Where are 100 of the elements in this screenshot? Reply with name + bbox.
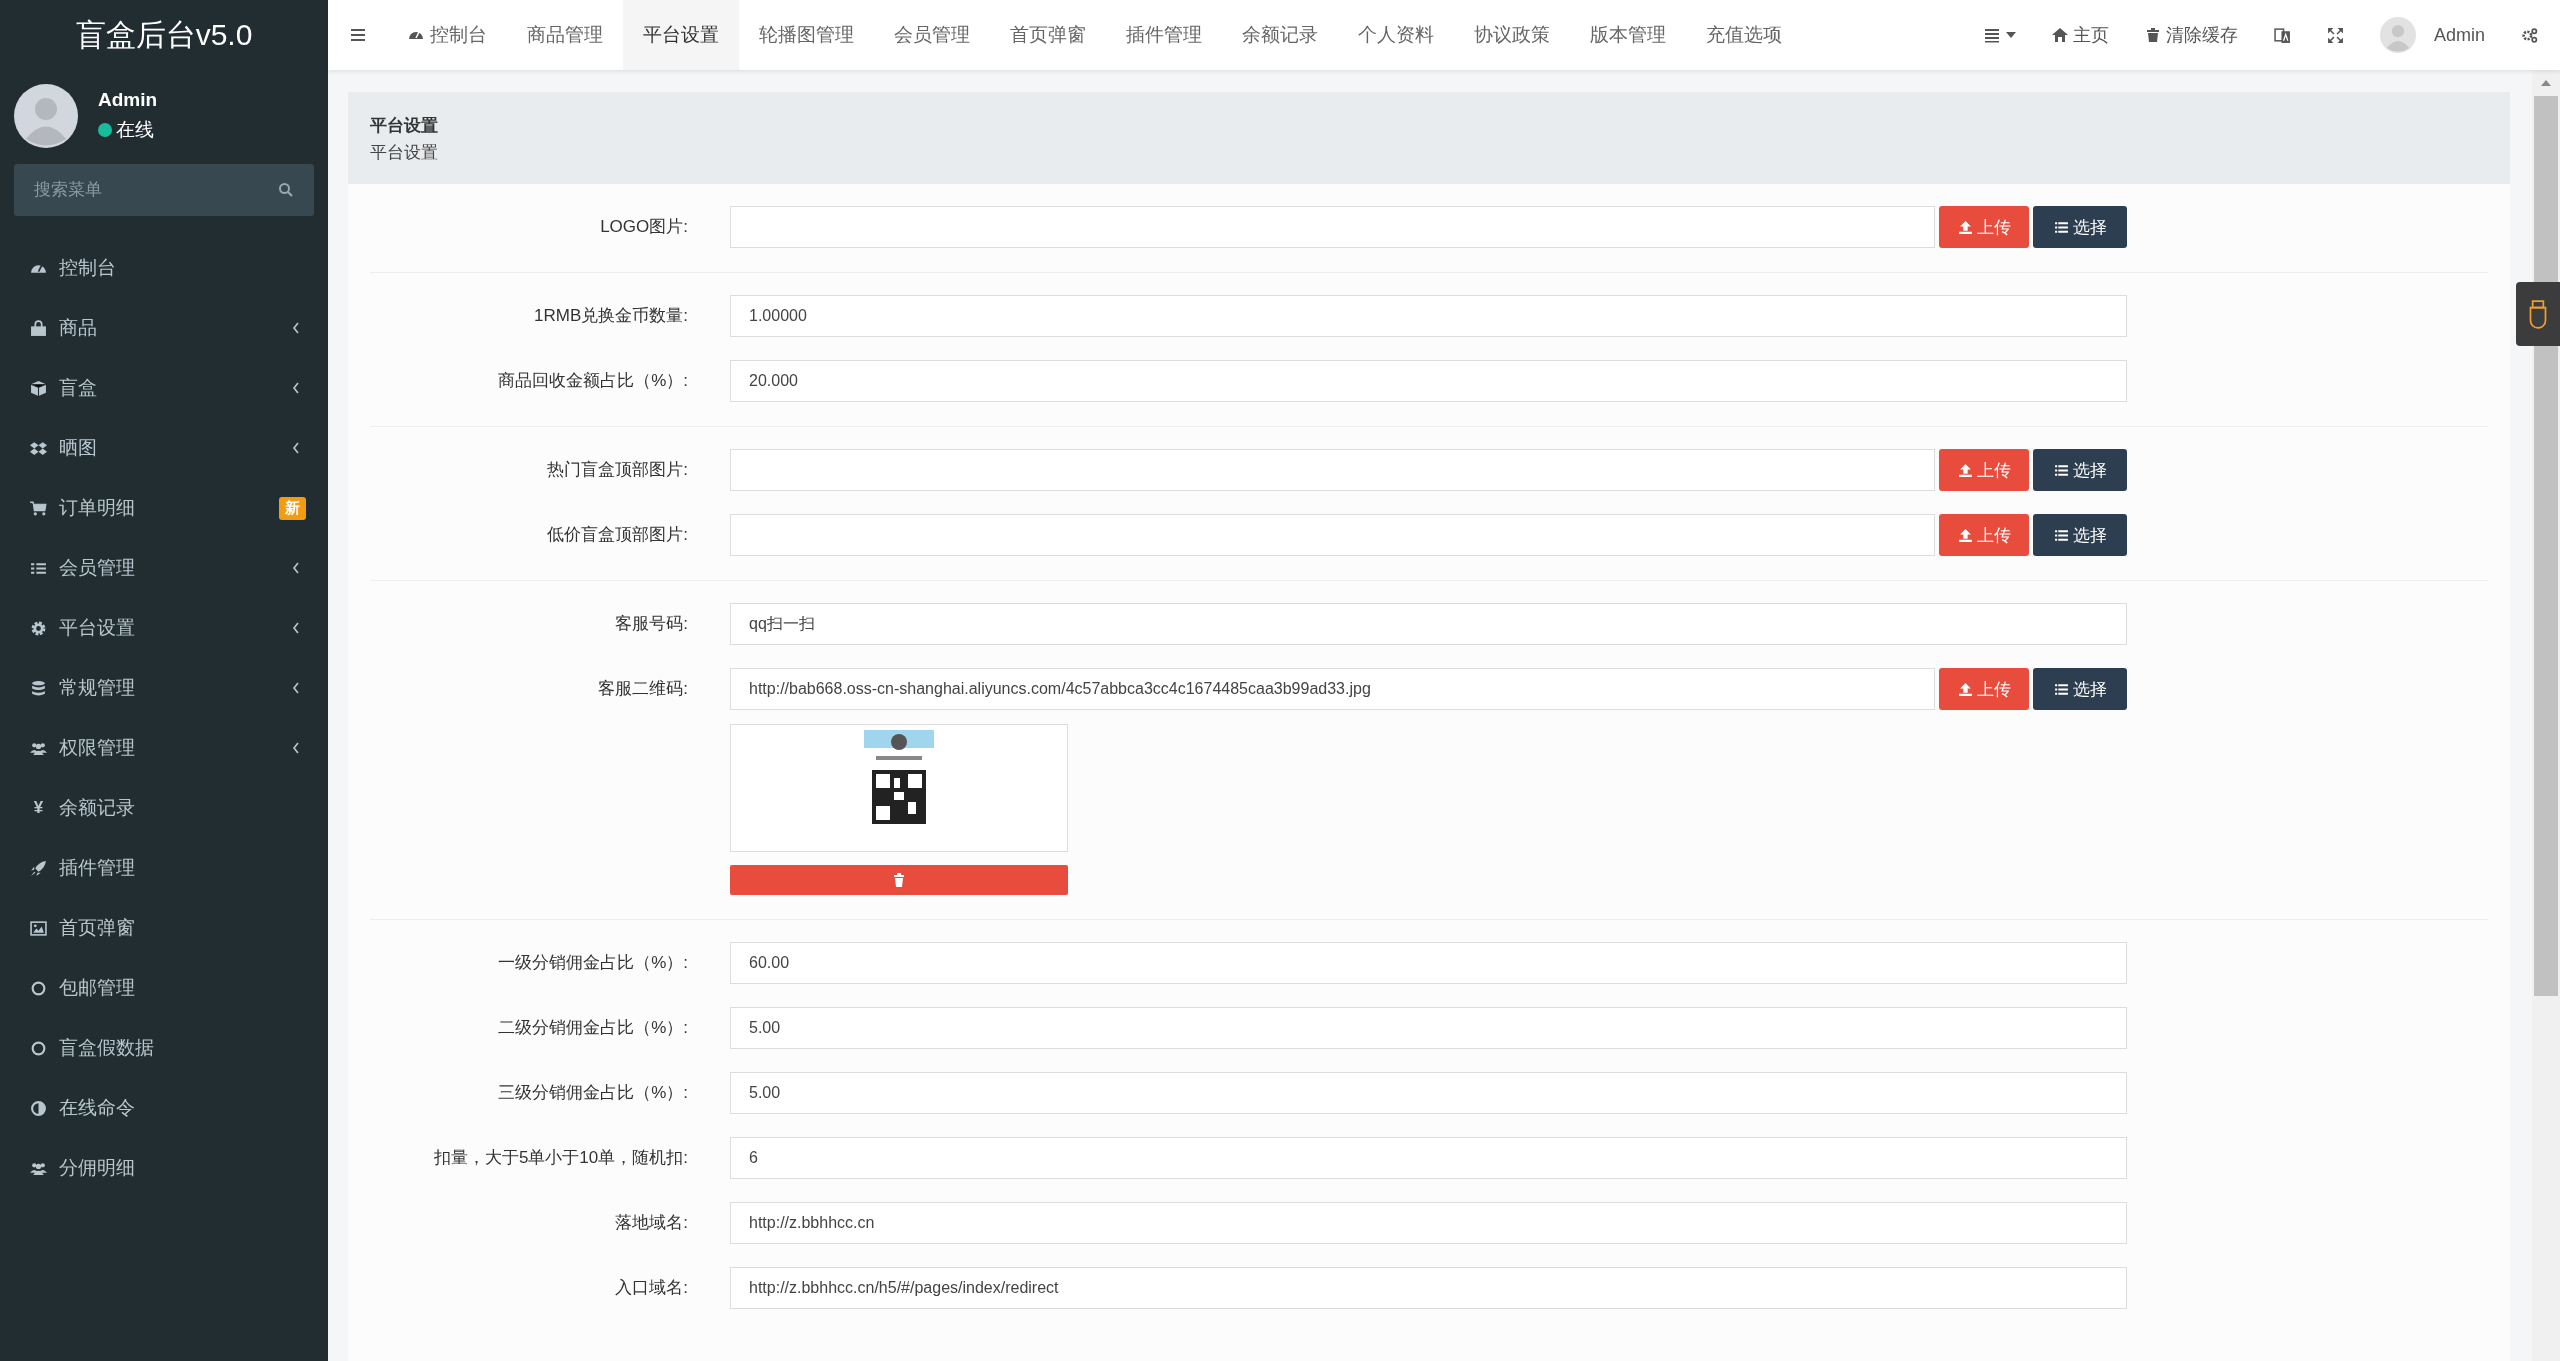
text-field[interactable]: http://z.bbhhcc.cn — [730, 1202, 2127, 1244]
rocket-icon — [30, 859, 47, 877]
upload-button[interactable]: 上传 — [1939, 668, 2029, 710]
menu-label: 平台设置 — [59, 616, 136, 640]
upload-button[interactable]: 上传 — [1939, 449, 2029, 491]
upload-button[interactable]: 上传 — [1939, 514, 2029, 556]
choose-button[interactable]: 选择 — [2033, 668, 2127, 710]
nav-tab[interactable]: 会员管理 — [874, 0, 990, 70]
nav-tab[interactable]: 控制台 — [388, 0, 507, 70]
nav-tab[interactable]: 轮播图管理 — [739, 0, 874, 70]
menu-item[interactable]: ¥ 余额记录 — [0, 778, 328, 838]
choose-button[interactable]: 选择 — [2033, 206, 2127, 248]
list-icon — [2053, 527, 2069, 543]
menu-item[interactable]: 分佣明细 — [0, 1138, 328, 1198]
menu-item[interactable]: 首页弹窗 — [0, 898, 328, 958]
usb-tab[interactable] — [2516, 282, 2560, 346]
menu-item[interactable]: 晒图 — [0, 418, 328, 478]
nav-tab[interactable]: 个人资料 — [1338, 0, 1454, 70]
text-field[interactable]: qq扫一扫 — [730, 603, 2127, 645]
search-field[interactable]: 搜索菜单 — [14, 164, 314, 216]
cube-icon — [30, 379, 47, 397]
menu-label: 商品 — [59, 316, 98, 340]
list-icon — [2053, 681, 2069, 697]
menu-item[interactable]: 包邮管理 — [0, 958, 328, 1018]
circle-icon — [30, 979, 47, 997]
nav-tab[interactable]: 平台设置 — [623, 0, 739, 70]
nav-tab[interactable]: 余额记录 — [1222, 0, 1338, 70]
text-field[interactable]: 5.00 — [730, 1007, 2127, 1049]
text-field[interactable]: http://bab668.oss-cn-shanghai.aliyuncs.com/4c57abbca3cc4c1674485caa3b99ad33.jpg — [730, 668, 1935, 710]
panel-title: 平台设置 — [370, 115, 439, 137]
scroll-thumb[interactable] — [2534, 96, 2558, 996]
shopping-bag-icon — [30, 319, 47, 337]
text-field[interactable]: 1.00000 — [730, 295, 2127, 337]
menu-item[interactable]: 在线命令 — [0, 1078, 328, 1138]
usb-icon — [2527, 299, 2549, 329]
text-field[interactable]: 5.00 — [730, 1072, 2127, 1114]
menu-label: 常规管理 — [59, 676, 136, 700]
menu-item[interactable]: 常规管理 — [0, 658, 328, 718]
choose-button[interactable]: 选择 — [2033, 449, 2127, 491]
home-link[interactable]: 主页 — [2051, 23, 2109, 47]
scrollbar[interactable] — [2532, 70, 2560, 1361]
menu-item[interactable]: 控制台 — [0, 238, 328, 298]
caret-icon — [2005, 32, 2016, 38]
menu-label: 盲盒假数据 — [59, 1036, 155, 1060]
text-field[interactable]: http://z.bbhhcc.cn/h5/#/pages/index/redirect — [730, 1267, 2127, 1309]
text-field[interactable] — [730, 514, 1935, 556]
database-icon — [30, 679, 47, 697]
nav-tab[interactable]: 插件管理 — [1106, 0, 1222, 70]
field-label: 扣量，大于5单小于10单，随机扣: — [432, 1147, 689, 1169]
menu-item[interactable]: 会员管理 — [0, 538, 328, 598]
menu-label: 订单明细 — [59, 496, 136, 520]
nav-tab[interactable]: 商品管理 — [507, 0, 623, 70]
text-field[interactable] — [730, 449, 1935, 491]
menu-label: 盲盒 — [59, 376, 98, 400]
text-field[interactable]: 6 — [730, 1137, 2127, 1179]
menu-icon[interactable] — [350, 28, 366, 42]
status-text: 在线 — [116, 118, 154, 142]
field-label: 商品回收金额占比（%）: — [497, 370, 689, 392]
upload-icon — [1957, 681, 1973, 697]
field-label: 二级分销佣金占比（%）: — [497, 1017, 689, 1039]
nav-tab[interactable]: 版本管理 — [1570, 0, 1686, 70]
gears-icon[interactable] — [2521, 26, 2538, 44]
menu-label: 在线命令 — [59, 1096, 136, 1120]
nav-tab[interactable]: 首页弹窗 — [990, 0, 1106, 70]
field-label: 低价盲盒顶部图片: — [546, 524, 689, 546]
menu-item[interactable]: 订单明细 新 — [0, 478, 328, 538]
text-field[interactable]: 20.000 — [730, 360, 2127, 402]
text-field[interactable] — [730, 206, 1935, 248]
field-label: 客服二维码: — [597, 678, 689, 700]
choose-button[interactable]: 选择 — [2033, 514, 2127, 556]
field-label: LOGO图片: — [599, 216, 689, 238]
fullscreen-icon[interactable] — [2326, 26, 2344, 44]
nav-tab[interactable]: 协议政策 — [1454, 0, 1570, 70]
menu-label: 晒图 — [59, 436, 98, 460]
upload-icon — [1957, 527, 1973, 543]
menu-item[interactable]: 权限管理 — [0, 718, 328, 778]
menu-item[interactable]: 平台设置 — [0, 598, 328, 658]
clear-cache-link[interactable]: 清除缓存 — [2144, 23, 2238, 47]
field-label: 落地域名: — [614, 1212, 689, 1234]
list-dropdown[interactable] — [1983, 27, 2016, 43]
list-icon — [2053, 462, 2069, 478]
nav-tab[interactable]: 充值选项 — [1686, 0, 1802, 70]
upload-icon — [1957, 462, 1973, 478]
text-field[interactable]: 60.00 — [730, 942, 2127, 984]
app-title: 盲盒后台v5.0 — [74, 16, 254, 53]
yen-icon: ¥ — [30, 798, 47, 818]
avatar-icon — [14, 84, 78, 148]
menu-item[interactable]: 插件管理 — [0, 838, 328, 898]
upload-button[interactable]: 上传 — [1939, 206, 2029, 248]
dropbox-icon — [30, 439, 47, 457]
avatar-icon — [2379, 17, 2416, 53]
user-menu[interactable]: Admin — [2433, 24, 2485, 46]
search-icon — [278, 182, 294, 198]
field-label: 客服号码: — [614, 613, 689, 635]
menu-item[interactable]: 盲盒 — [0, 358, 328, 418]
scroll-up-icon[interactable] — [2541, 80, 2551, 86]
menu-item[interactable]: 盲盒假数据 — [0, 1018, 328, 1078]
menu-item[interactable]: 商品 — [0, 298, 328, 358]
translate-icon[interactable] — [2273, 26, 2291, 44]
menu-label: 余额记录 — [59, 796, 136, 820]
